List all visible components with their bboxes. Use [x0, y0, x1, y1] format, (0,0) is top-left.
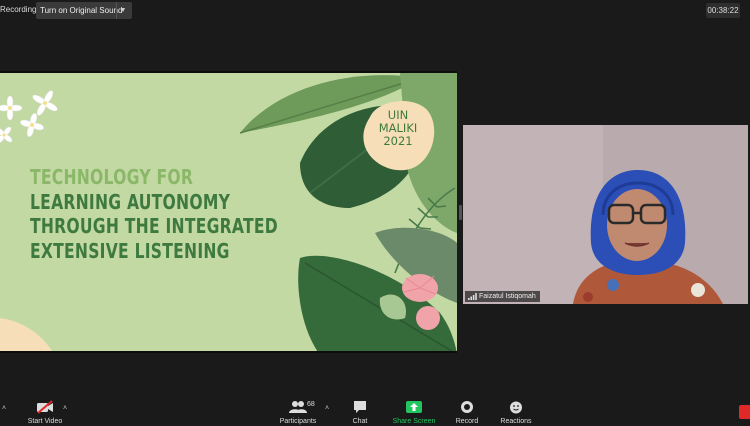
- participant-video-feed: [463, 125, 748, 304]
- share-screen-button[interactable]: Share Screen: [392, 400, 436, 425]
- reactions-button[interactable]: Reactions: [499, 400, 533, 425]
- title-line: LEARNING AUTONOMY: [30, 189, 231, 214]
- split-view-handle[interactable]: [459, 205, 462, 220]
- record-label: Record: [455, 418, 479, 425]
- badge-line: 2021: [383, 134, 413, 148]
- start-video-button[interactable]: Start Video: [26, 400, 64, 425]
- participant-video[interactable]: Faizatul Istiqomah: [463, 125, 748, 304]
- meeting-toolbar: ˄ Start Video ˄ Participants 68 ˄ Chat S…: [0, 396, 750, 426]
- start-video-label: Start Video: [27, 418, 63, 425]
- record-icon: [461, 401, 473, 413]
- chevron-down-icon[interactable]: ▼: [116, 2, 129, 19]
- video-off-icon: [37, 400, 53, 414]
- participants-label: Participants: [279, 418, 317, 425]
- participants-count: 68: [307, 401, 315, 408]
- shared-screen-slide: UIN MALIKI 2021 TECHNOLOGY FOR LEARNING …: [0, 71, 457, 353]
- reactions-label: Reactions: [500, 418, 532, 425]
- title-line: EXTENSIVE LISTENING: [30, 238, 230, 263]
- share-screen-label: Share Screen: [392, 418, 436, 425]
- recording-label: Recording: [0, 5, 37, 14]
- title-line: THROUGH THE INTEGRATED: [30, 214, 278, 238]
- participants-options-caret[interactable]: ˄: [325, 405, 329, 412]
- slide-title: TECHNOLOGY FOR LEARNING AUTONOMY THROUGH…: [30, 165, 278, 263]
- end-meeting-button[interactable]: [739, 405, 750, 419]
- participant-name: Faizatul Istiqomah: [479, 293, 536, 300]
- participant-name-tag: Faizatul Istiqomah: [465, 291, 540, 302]
- title-line: TECHNOLOGY FOR: [30, 165, 194, 189]
- chat-icon: [354, 401, 366, 413]
- original-sound-label: Turn on Original Sound: [40, 6, 123, 15]
- video-options-caret[interactable]: ˄: [63, 405, 67, 412]
- audio-options-caret[interactable]: ˄: [2, 405, 6, 412]
- reactions-icon: [510, 401, 522, 414]
- original-sound-button[interactable]: Turn on Original Sound ▼: [36, 2, 132, 19]
- top-bar: Recording Turn on Original Sound ▼ 00:38…: [0, 0, 750, 22]
- share-screen-icon: [406, 401, 422, 413]
- year-badge: UIN MALIKI 2021: [360, 109, 436, 148]
- signal-strength-icon: [468, 292, 477, 300]
- meeting-timer: 00:38:22: [706, 3, 740, 18]
- chat-label: Chat: [352, 418, 368, 425]
- participants-icon: [289, 401, 307, 413]
- chat-button[interactable]: Chat: [349, 400, 371, 425]
- record-button[interactable]: Record: [454, 400, 480, 425]
